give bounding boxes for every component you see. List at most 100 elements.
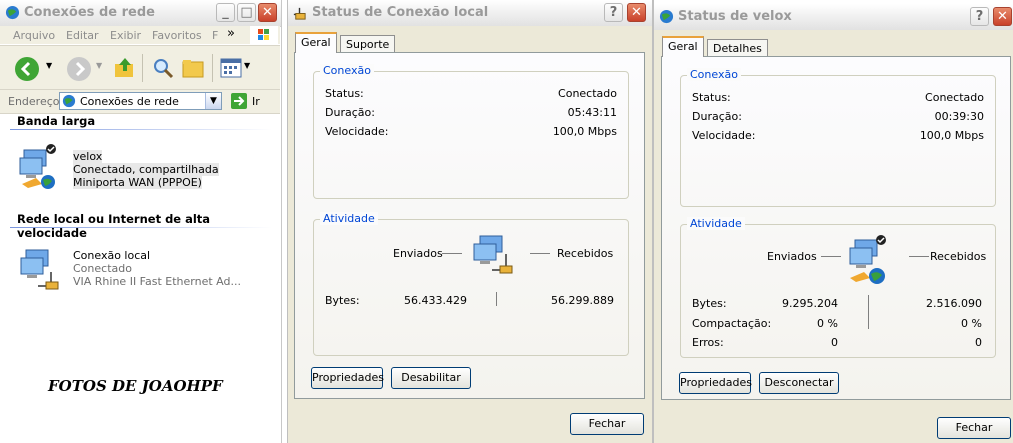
local-status-dialog: Status de Conexão local ? ✕ Geral Suport… (287, 0, 653, 443)
menu-favoritos[interactable]: Favoritos (152, 29, 202, 42)
network-globe-icon (5, 5, 20, 20)
section-divider (10, 227, 272, 228)
window-title: Status de velox (678, 9, 792, 24)
help-button[interactable]: ? (970, 7, 989, 26)
activity-group: Atividade Enviados Recebidos Bytes: 56.4… (313, 212, 629, 356)
tab-panel: Conexão Status: Conectado Duração: 00:39… (661, 56, 1011, 400)
status-value: Conectado (558, 87, 617, 100)
menu-more-chevron[interactable]: » (227, 26, 235, 41)
close-dialog-button[interactable]: Fechar (570, 413, 644, 435)
tab-panel: Conexão Status: Conectado Duração: 05:43… (294, 52, 645, 399)
section-lan: Rede local ou Internet de alta velocidad… (17, 212, 211, 240)
dialog-titlebar[interactable]: Status de Conexão local ? ✕ (288, 0, 652, 27)
connection-name: Conexão local (73, 249, 151, 262)
broadband-connection-icon (19, 144, 56, 189)
lan-connection-icon (20, 249, 59, 290)
address-value: Conexões de rede (80, 95, 179, 108)
address-bar: Endereço Conexões de rede ▼ Ir (0, 89, 280, 114)
tab-geral[interactable]: Geral (295, 32, 337, 53)
properties-button[interactable]: Propriedades (311, 367, 384, 389)
status-label: Status: (325, 87, 364, 100)
sent-label: Enviados (393, 247, 443, 260)
go-arrow-icon (231, 93, 247, 109)
explorer-titlebar[interactable]: Conexões de rede _ □ ✕ (0, 0, 281, 27)
status-value: Conectado (925, 91, 984, 104)
address-input[interactable]: Conexões de rede ▼ (59, 92, 222, 110)
dialog-body: Geral Suporte Conexão Status: Conectado … (288, 26, 652, 443)
speed-label: Velocidade: (692, 129, 756, 142)
bytes-sent-value: 56.433.429 (404, 294, 467, 307)
duration-value: 05:43:11 (567, 106, 617, 119)
errors-label: Erros: (692, 336, 724, 349)
connection-item-local[interactable]: Conexão local Conectado VIA Rhine II Fas… (14, 242, 244, 292)
speed-value: 100,0 Mbps (552, 125, 617, 138)
connection-item-velox[interactable]: velox Conectado, compartilhada Miniporta… (14, 142, 219, 192)
activity-divider (868, 295, 869, 329)
received-dash (530, 253, 550, 254)
menu-truncated[interactable]: F (212, 29, 218, 42)
bytes-sent-value: 9.295.204 (782, 297, 838, 310)
disconnect-button[interactable]: Desconectar (759, 372, 839, 394)
close-dialog-button[interactable]: Fechar (937, 417, 1011, 439)
forward-dropdown-arrow[interactable]: ▼ (96, 61, 102, 70)
search-icon[interactable] (151, 56, 175, 80)
up-folder-icon[interactable] (113, 56, 137, 80)
views-dropdown-arrow[interactable]: ▼ (244, 61, 250, 70)
bytes-received-value: 2.516.090 (926, 297, 982, 310)
tab-detalhes[interactable]: Detalhes (707, 39, 768, 57)
connection-device: Miniporta WAN (PPPOE) (73, 176, 202, 189)
received-label: Recebidos (557, 247, 614, 260)
disable-button[interactable]: Desabilitar (391, 367, 471, 389)
dialog-body: Geral Detalhes Conexão Status: Conectado… (654, 30, 1013, 443)
compression-received-value: 0 % (961, 317, 982, 330)
connection-group-label: Conexão (687, 68, 741, 81)
minimize-button[interactable]: _ (216, 3, 235, 22)
views-icon[interactable] (220, 58, 242, 78)
window-title: Status de Conexão local (312, 5, 489, 20)
forward-button-icon[interactable] (66, 56, 92, 82)
help-button[interactable]: ? (604, 3, 623, 22)
toolbar-divider (142, 54, 143, 82)
watermark-text: FOTOS DE JOAOHPF (48, 377, 223, 395)
speed-label: Velocidade: (325, 125, 389, 138)
back-dropdown-arrow[interactable]: ▼ (46, 61, 52, 70)
folders-icon[interactable] (182, 57, 206, 79)
toolbar-divider (212, 54, 213, 82)
tab-geral[interactable]: Geral (662, 36, 704, 57)
menu-editar[interactable]: Editar (66, 29, 99, 42)
lan-connection-icon (293, 7, 306, 20)
menu-exibir[interactable]: Exibir (110, 29, 141, 42)
activity-group-label: Atividade (687, 217, 745, 230)
tab-suporte[interactable]: Suporte (340, 35, 396, 53)
menu-bar: Arquivo Editar Exibir Favoritos F » (0, 26, 280, 44)
received-dash (909, 256, 929, 257)
maximize-button[interactable]: □ (237, 3, 256, 22)
toolbar: ▼ ▼ ▼ (0, 45, 280, 90)
sent-dash (442, 253, 462, 254)
windows-logo (250, 26, 278, 44)
compression-sent-value: 0 % (817, 317, 838, 330)
received-label: Recebidos (930, 250, 987, 263)
connection-name: velox (73, 150, 103, 163)
connection-group-label: Conexão (320, 64, 374, 77)
activity-group-label: Atividade (320, 212, 378, 225)
address-dropdown-button[interactable]: ▼ (205, 93, 221, 109)
connection-group: Conexão Status: Conectado Duração: 00:39… (680, 68, 996, 207)
dialog-titlebar[interactable]: Status de velox ? ✕ (654, 4, 1013, 31)
errors-sent-value: 0 (831, 336, 838, 349)
properties-button[interactable]: Propriedades (679, 372, 752, 394)
go-label: Ir (252, 95, 260, 108)
activity-divider (496, 292, 497, 306)
velox-status-dialog: Status de velox ? ✕ Geral Detalhes Conex… (653, 0, 1013, 443)
close-button[interactable]: ✕ (993, 7, 1012, 26)
back-button-icon[interactable] (14, 56, 40, 82)
menu-arquivo[interactable]: Arquivo (13, 29, 55, 42)
speed-value: 100,0 Mbps (919, 129, 984, 142)
window-title: Conexões de rede (24, 5, 155, 20)
close-button[interactable]: ✕ (258, 3, 277, 22)
close-button[interactable]: ✕ (627, 3, 646, 22)
bytes-label: Bytes: (692, 297, 727, 310)
status-label: Status: (692, 91, 731, 104)
explorer-window: Conexões de rede _ □ ✕ Arquivo Editar Ex… (0, 0, 282, 443)
duration-label: Duração: (692, 110, 742, 123)
